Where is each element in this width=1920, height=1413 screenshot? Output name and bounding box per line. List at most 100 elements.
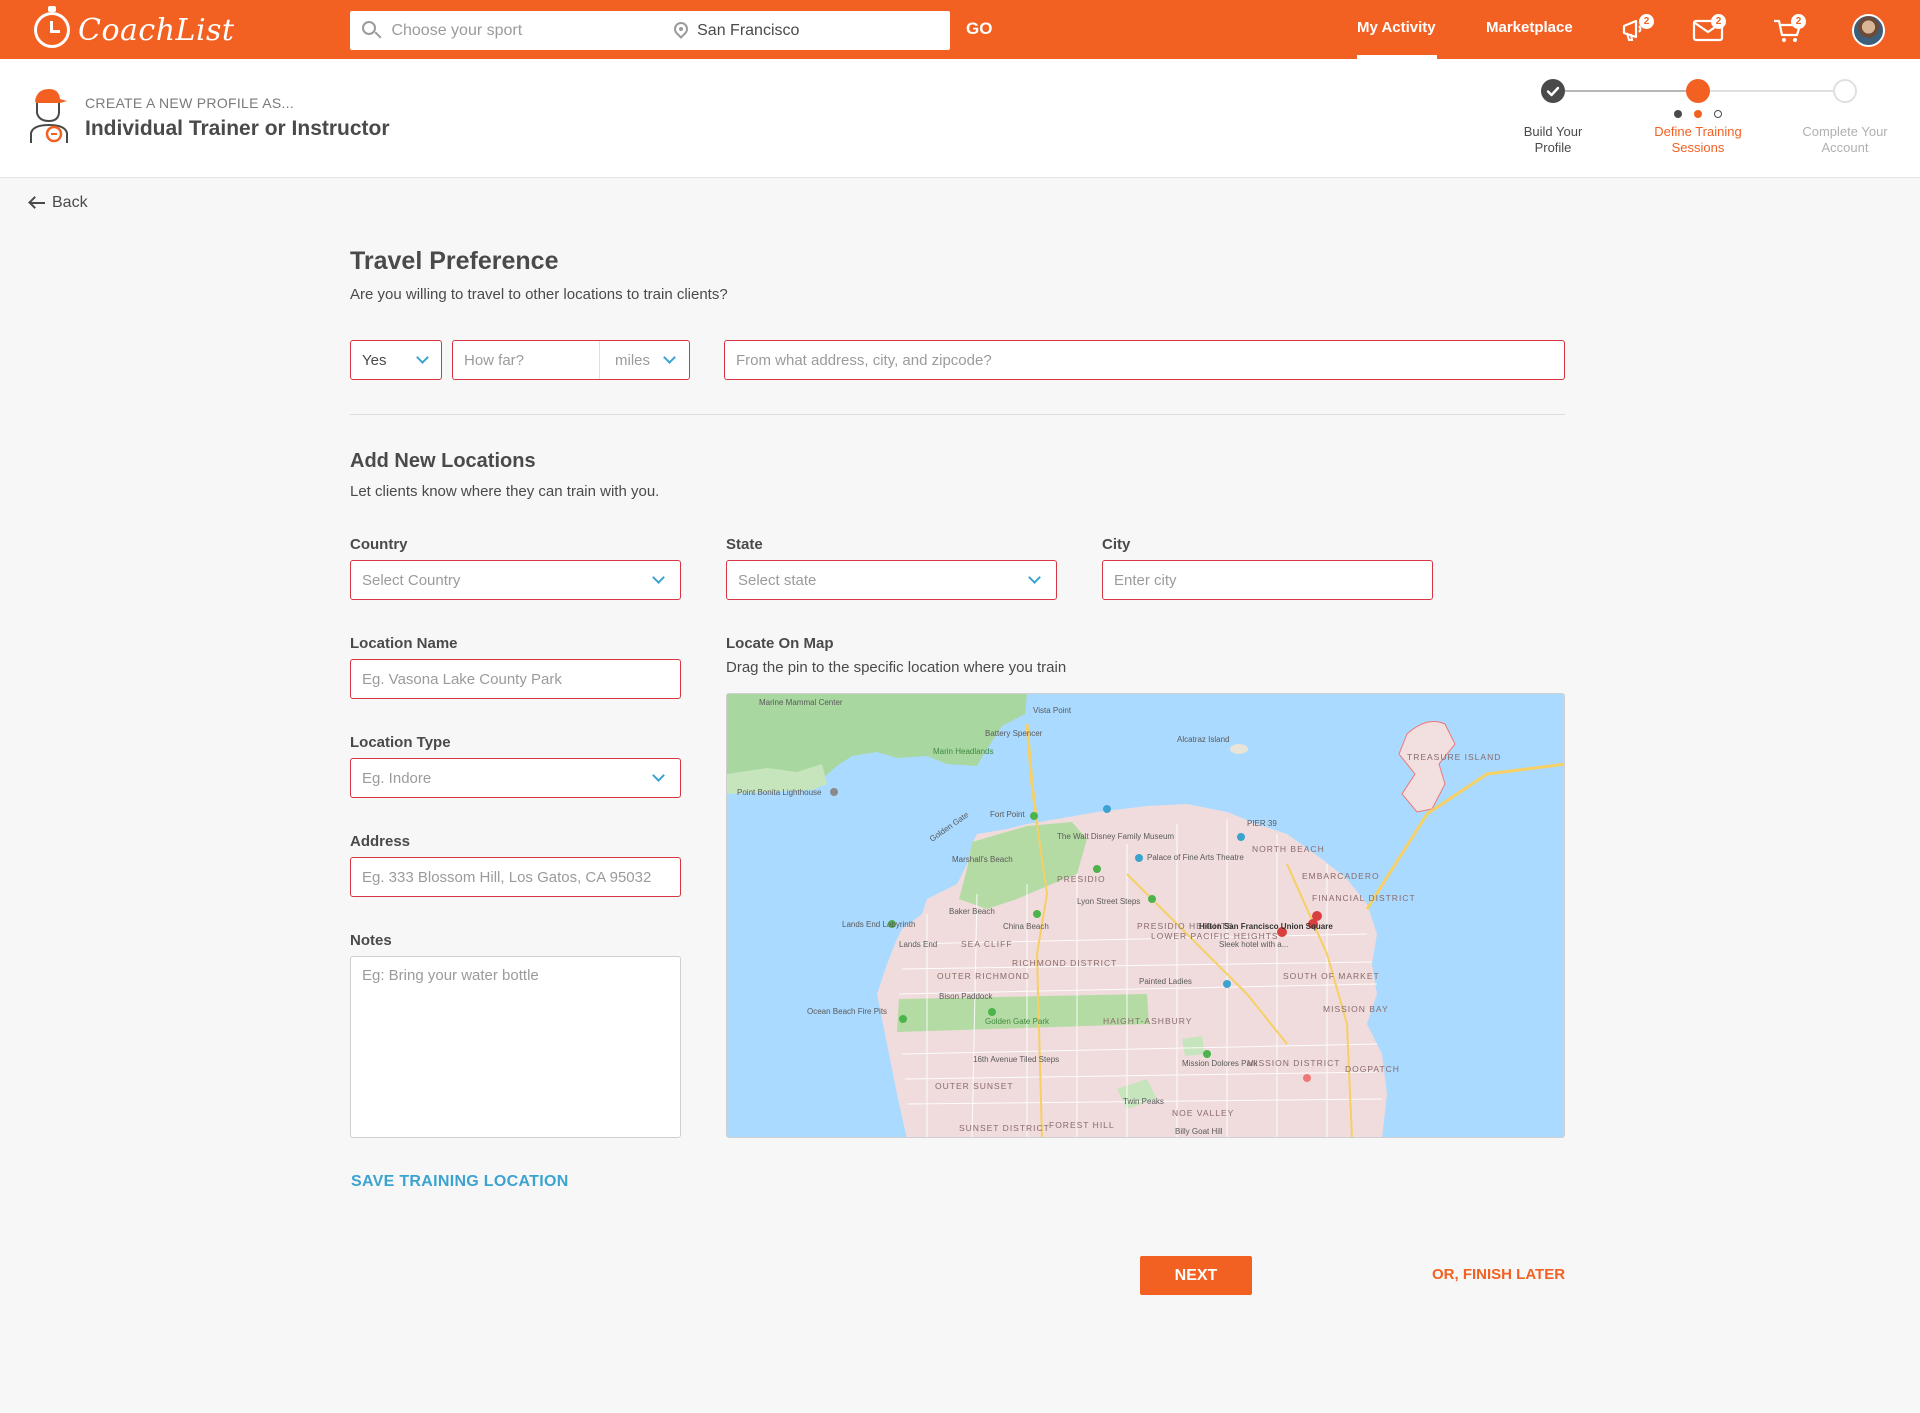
trainer-icon	[30, 89, 68, 143]
address-input[interactable]	[351, 858, 680, 896]
coachlist-logo[interactable]: CoachList	[34, 6, 235, 50]
location-type-select[interactable]: Eg. Indore	[350, 758, 681, 798]
state-placeholder: Select state	[738, 572, 817, 589]
step-1-check-icon[interactable]	[1541, 79, 1565, 103]
profile-header: CREATE A NEW PROFILE AS... Individual Tr…	[0, 59, 1920, 178]
map-label-outer-richmond: OUTER RICHMOND	[937, 971, 1030, 981]
cart-badge: 2	[1791, 14, 1806, 29]
logo-text: CoachList	[78, 12, 235, 48]
address-field[interactable]	[350, 857, 681, 897]
back-link[interactable]: Back	[28, 194, 88, 212]
map-label-billy-goat-hill: Billy Goat Hill	[1175, 1127, 1223, 1136]
chevron-down-icon	[652, 571, 665, 584]
city-input[interactable]	[1103, 561, 1432, 599]
substep-dot-2	[1694, 110, 1702, 118]
substep-dot-3	[1714, 110, 1722, 118]
create-profile-as-label: CREATE A NEW PROFILE AS...	[85, 95, 295, 111]
travel-willing-value: Yes	[362, 352, 387, 369]
chevron-down-icon	[663, 351, 676, 364]
step-connector-2	[1699, 90, 1845, 92]
step-3-label[interactable]: Complete Your Account	[1790, 124, 1900, 156]
map-label-pier39: PIER 39	[1247, 819, 1277, 828]
map-label-ocean-beach-fire-pits: Ocean Beach Fire Pits	[807, 1007, 887, 1016]
map-label-north-beach: NORTH BEACH	[1252, 844, 1325, 854]
step-3-label-line1: Complete Your	[1802, 124, 1888, 139]
travel-preference-title: Travel Preference	[350, 247, 559, 275]
travel-origin-input[interactable]	[725, 341, 1564, 379]
substep-dot-1	[1674, 110, 1682, 118]
location-name-field[interactable]	[350, 659, 681, 699]
go-button[interactable]: GO	[966, 19, 992, 39]
map-hint: Drag the pin to the specific location wh…	[726, 659, 1067, 676]
map-label-dogpatch: DOGPATCH	[1345, 1064, 1400, 1074]
location-name-input[interactable]	[351, 660, 680, 698]
map-label-fort-point: Fort Point	[990, 810, 1025, 819]
map-label-lands-end-labyrinth: Lands End Labyrinth	[842, 920, 915, 929]
travel-unit-value[interactable]: miles	[615, 352, 650, 369]
add-locations-title: Add New Locations	[350, 450, 536, 472]
search-bar	[350, 11, 950, 50]
country-label: Country	[350, 536, 408, 553]
chevron-down-icon	[416, 351, 429, 364]
nav-my-activity[interactable]: My Activity	[1357, 19, 1436, 36]
map-label-presidio: PRESIDIO	[1057, 874, 1106, 884]
cart-button[interactable]: 2	[1772, 14, 1808, 46]
notes-field[interactable]	[350, 956, 681, 1138]
user-avatar[interactable]	[1852, 14, 1885, 47]
map-label-mission-district: MISSION DISTRICT	[1247, 1058, 1340, 1068]
step-2-label-line1: Define Training	[1654, 124, 1742, 139]
save-training-location-button[interactable]: SAVE TRAINING LOCATION	[351, 1173, 569, 1191]
travel-distance-input[interactable]	[453, 341, 600, 379]
map-label-sunset-district: SUNSET DISTRICT	[959, 1123, 1050, 1133]
step-3-indicator[interactable]	[1833, 79, 1857, 103]
map-label-treasure-island: TREASURE ISLAND	[1407, 752, 1501, 762]
map-label-outer-sunset: OUTER SUNSET	[935, 1081, 1014, 1091]
map-label-lands-end: Lands End	[899, 940, 937, 949]
profile-role-title: Individual Trainer or Instructor	[85, 117, 390, 140]
map-label-marin-headlands: Marin Headlands	[933, 747, 993, 756]
location-pin-icon	[670, 18, 691, 40]
country-select[interactable]: Select Country	[350, 560, 681, 600]
city-field[interactable]	[1102, 560, 1433, 600]
nav-marketplace[interactable]: Marketplace	[1486, 19, 1573, 36]
travel-preference-subtitle: Are you willing to travel to other locat…	[350, 286, 728, 303]
map-label-mission-bay: MISSION BAY	[1323, 1004, 1389, 1014]
map-label-palace-fine-arts: Palace of Fine Arts Theatre	[1147, 853, 1244, 862]
map-label-hilton-sub: Sleek hotel with a...	[1219, 940, 1288, 949]
step-1-label-line2: Profile	[1534, 140, 1572, 155]
step-2-label[interactable]: Define Training Sessions	[1643, 124, 1753, 156]
location-name-label: Location Name	[350, 635, 458, 652]
map-label-embarcadero: EMBARCADERO	[1302, 871, 1380, 881]
sport-search-input[interactable]	[391, 12, 674, 49]
next-button[interactable]: NEXT	[1140, 1256, 1252, 1295]
step-1-label[interactable]: Build Your Profile	[1498, 124, 1608, 156]
chevron-down-icon	[1028, 571, 1041, 584]
map-label-vista-point: Vista Point	[1033, 706, 1072, 715]
step-2-indicator[interactable]	[1686, 79, 1710, 103]
map-label-marshalls-beach: Marshall's Beach	[952, 855, 1013, 864]
notifications-button[interactable]: 2	[1620, 14, 1656, 46]
messages-badge: 2	[1711, 14, 1726, 29]
map-label-point-bonita: Point Bonita Lighthouse	[737, 788, 822, 797]
notes-textarea[interactable]	[351, 957, 680, 1137]
notes-label: Notes	[350, 932, 392, 949]
travel-origin-field[interactable]	[724, 340, 1565, 380]
locate-on-map-label: Locate On Map	[726, 635, 834, 652]
map-label-twin-peaks: Twin Peaks	[1123, 1097, 1164, 1106]
step-3-label-line2: Account	[1821, 140, 1869, 155]
messages-button[interactable]: 2	[1692, 14, 1728, 46]
location-type-placeholder: Eg. Indore	[362, 770, 432, 787]
map-label-richmond-district: RICHMOND DISTRICT	[1012, 958, 1117, 968]
map-label-walt-disney: The Walt Disney Family Museum	[1057, 832, 1174, 841]
location-search-input[interactable]	[697, 12, 950, 49]
state-select[interactable]: Select state	[726, 560, 1057, 600]
country-placeholder: Select Country	[362, 572, 461, 589]
map-label-alcatraz: Alcatraz Island	[1177, 735, 1229, 744]
travel-willing-select[interactable]: Yes	[350, 340, 442, 380]
map-label-south-of-market: SOUTH OF MARKET	[1283, 971, 1380, 981]
map-label-baker-beach: Baker Beach	[949, 907, 995, 916]
chevron-down-icon	[652, 769, 665, 782]
map-label-mammal-center: Marine Mammal Center	[759, 698, 843, 707]
location-map[interactable]: Marine Mammal Center Vista Point Battery…	[726, 693, 1565, 1138]
finish-later-link[interactable]: OR, FINISH LATER	[1432, 1266, 1565, 1283]
